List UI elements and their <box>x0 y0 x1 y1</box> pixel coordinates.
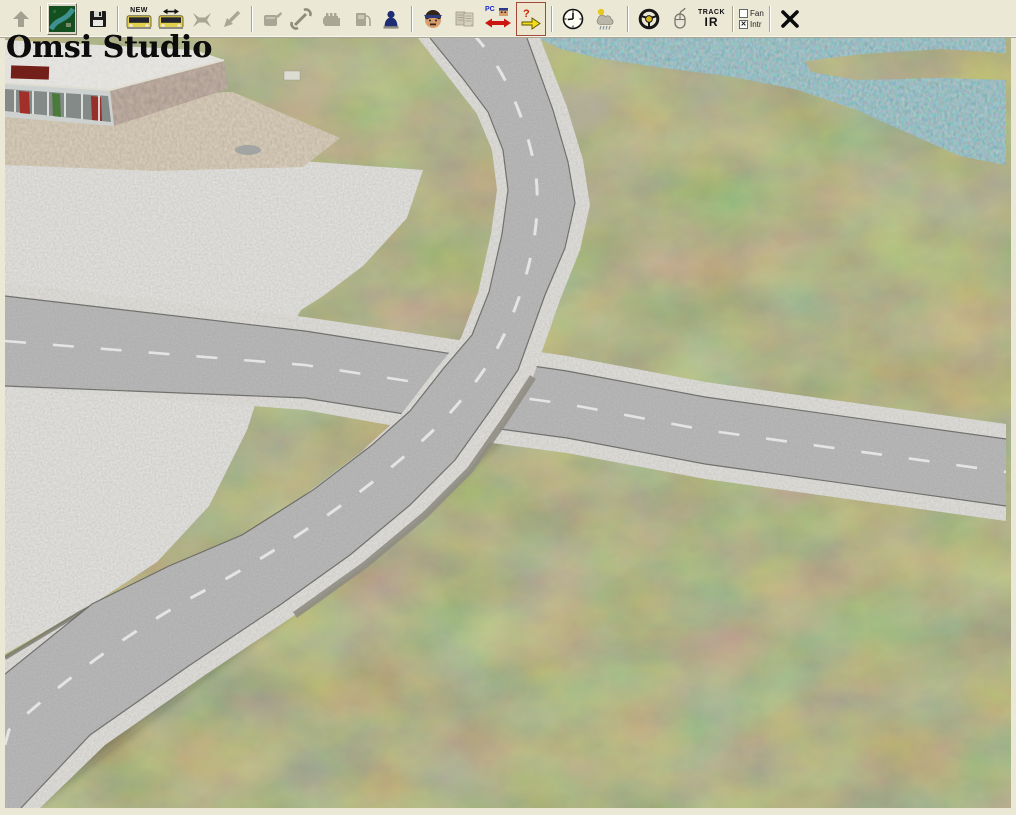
driver-button[interactable] <box>418 2 448 36</box>
checkbox-row-intr[interactable]: ✕ Intr <box>739 19 764 29</box>
driver-face-icon <box>424 9 442 28</box>
wrench-icon <box>290 7 312 30</box>
repair-wrench-button[interactable] <box>288 2 316 36</box>
refuel-button[interactable] <box>258 2 286 36</box>
toolbar-separator <box>40 5 42 32</box>
parked-vehicle <box>235 145 261 155</box>
pc-label: PC <box>485 5 495 13</box>
toolbar-separator <box>551 5 553 32</box>
question-arrow-icon: ? <box>521 8 541 30</box>
storefront-poster-red2 <box>91 96 102 121</box>
new-bus-icon <box>126 15 152 29</box>
weather-icon <box>596 8 614 30</box>
up-arrow-icon <box>13 10 29 27</box>
map-tile-icon <box>48 5 76 32</box>
close-x-icon <box>780 9 799 28</box>
pc-driver-swap-button[interactable]: PC <box>482 2 514 36</box>
engine-button[interactable] <box>318 2 346 36</box>
close-button[interactable] <box>776 2 804 36</box>
change-bus-icon <box>158 14 184 29</box>
checkbox-row-fan[interactable]: Fan <box>739 8 764 18</box>
mouse-icon <box>674 7 686 29</box>
storefront-poster-red <box>19 91 30 114</box>
question-arrow-button[interactable]: ? <box>516 1 546 36</box>
steering-wheel-icon <box>638 8 660 29</box>
steering-wheel-button[interactable] <box>634 2 664 36</box>
scene-canvas <box>5 38 1011 808</box>
timetable-button[interactable] <box>450 2 480 36</box>
toolbar-separator <box>411 5 413 32</box>
toolbar-separator <box>732 5 734 32</box>
intr-checkbox-label: Intr <box>750 19 762 29</box>
new-bus-label: NEW <box>130 7 148 14</box>
fuel-pump-icon <box>356 12 371 26</box>
ai-police-button[interactable] <box>378 2 406 36</box>
up-arrow-button[interactable] <box>7 2 35 36</box>
timetable-icon <box>455 11 474 26</box>
main-toolbar: NEW PC ? TRACK IR Fan ✕ Intr <box>0 0 1016 38</box>
viewport-3d[interactable]: Omsi Studio <box>5 30 1011 808</box>
map-tile-button[interactable] <box>47 2 77 35</box>
remove-bus-icon <box>193 12 211 27</box>
trackir-button[interactable]: TRACK IR <box>696 2 727 36</box>
clock-icon <box>562 8 584 29</box>
roof-sign <box>10 65 50 80</box>
weather-button[interactable] <box>590 2 622 36</box>
swap-arrows-icon <box>163 8 179 14</box>
bus-stop-bench <box>283 70 301 81</box>
mouse-button[interactable] <box>666 2 694 36</box>
fuel-pump-button[interactable] <box>348 2 376 36</box>
clock-button[interactable] <box>558 2 588 36</box>
toolbar-checkbox-panel: Fan ✕ Intr <box>739 4 764 34</box>
toolbar-separator <box>768 5 771 32</box>
save-button[interactable] <box>84 2 112 36</box>
save-icon <box>90 10 106 27</box>
remove-bus-button[interactable] <box>188 2 216 36</box>
engine-icon <box>323 12 340 26</box>
svg-text:?: ? <box>523 8 530 20</box>
toolbar-separator <box>251 5 253 32</box>
toolbar-separator <box>117 5 119 32</box>
police-figure-icon <box>383 10 399 29</box>
fan-checkbox-label: Fan <box>750 8 764 18</box>
intr-checkbox[interactable]: ✕ <box>739 19 748 29</box>
jerrycan-icon <box>264 11 282 26</box>
trackir-label-bottom: IR <box>704 15 719 29</box>
exit-arrow-icon <box>224 10 241 27</box>
change-bus-button[interactable] <box>156 2 186 36</box>
new-bus-button[interactable]: NEW <box>124 2 154 36</box>
toolbar-separator <box>627 5 629 32</box>
exit-bus-button[interactable] <box>218 2 246 36</box>
storefront-poster-green <box>52 93 61 117</box>
fan-checkbox[interactable] <box>739 8 748 18</box>
